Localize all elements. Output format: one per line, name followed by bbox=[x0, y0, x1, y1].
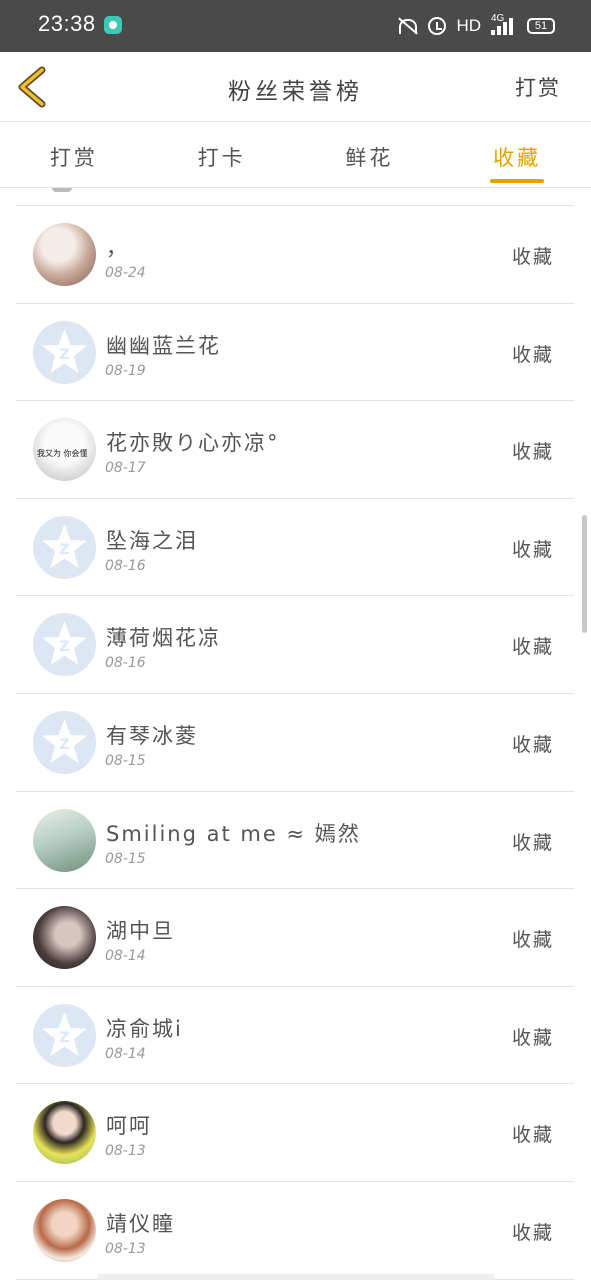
date: 08-14 bbox=[105, 948, 146, 965]
svg-text:Z: Z bbox=[59, 347, 69, 363]
user-name: 幽幽蓝兰花 bbox=[106, 333, 221, 358]
signal-icon: 4G bbox=[491, 13, 517, 35]
user-name: 湖中旦 bbox=[106, 919, 175, 944]
avatar[interactable] bbox=[33, 906, 96, 970]
list-item[interactable]: 靖仪瞳 08-13 收藏 bbox=[16, 1182, 574, 1280]
avatar[interactable] bbox=[33, 1198, 96, 1262]
date: 08-15 bbox=[105, 752, 146, 769]
date: 08-17 bbox=[105, 460, 146, 477]
list-item[interactable]: Z 薄荷烟花凉 08-16 收藏 bbox=[16, 596, 574, 694]
date: 08-19 bbox=[105, 362, 146, 379]
list-item[interactable]: ， 08-24 收藏 bbox=[16, 206, 574, 304]
mute-icon bbox=[396, 17, 418, 35]
user-name: 坠海之泪 bbox=[106, 528, 198, 553]
user-name: 呵呵 bbox=[106, 1114, 152, 1139]
list-item[interactable]: Z 幽幽蓝兰花 08-19 收藏 bbox=[16, 304, 574, 402]
avatar[interactable] bbox=[33, 1101, 96, 1165]
tab-favorites[interactable]: 收藏 bbox=[443, 122, 591, 187]
svg-text:Z: Z bbox=[59, 1030, 69, 1046]
notification-app-icon bbox=[104, 16, 122, 34]
list-item[interactable]: Z 坠海之泪 08-16 收藏 bbox=[16, 499, 574, 597]
svg-text:Z: Z bbox=[59, 639, 69, 655]
list-item[interactable]: Smiling at me ≈ 嫣然 08-15 收藏 bbox=[16, 792, 574, 890]
action-label: 收藏 bbox=[511, 1124, 554, 1147]
status-icons: HD 4G 51 bbox=[396, 13, 555, 38]
action-label: 收藏 bbox=[511, 246, 554, 268]
user-name: 花亦敗り心亦凉° bbox=[106, 431, 280, 456]
list-item-partial bbox=[16, 188, 574, 206]
user-name: 靖仪瞳 bbox=[106, 1211, 175, 1236]
default-avatar-icon[interactable]: Z bbox=[33, 515, 96, 579]
status-time: 23:38 bbox=[38, 11, 96, 36]
alarm-icon bbox=[428, 17, 447, 35]
avatar[interactable] bbox=[33, 808, 96, 872]
date: 08-16 bbox=[105, 655, 146, 672]
fan-list[interactable]: ， 08-24 收藏 Z 幽幽蓝兰花 08-19 收藏 我又为 你会懂 花亦敗り… bbox=[16, 188, 574, 1280]
bottom-edge bbox=[98, 1274, 494, 1280]
date: 08-13 bbox=[105, 1143, 146, 1160]
date: 08-13 bbox=[105, 1240, 146, 1257]
user-name: 凉俞城i bbox=[106, 1016, 183, 1041]
user-name: 有琴冰菱 bbox=[106, 723, 198, 748]
list-item[interactable]: 我又为 你会懂 花亦敗り心亦凉° 08-17 收藏 bbox=[16, 401, 574, 499]
action-label: 收藏 bbox=[511, 343, 554, 366]
battery-icon: 51 bbox=[527, 18, 555, 34]
default-avatar-icon[interactable]: Z bbox=[33, 320, 96, 384]
list-item[interactable]: Z 有琴冰菱 08-15 收藏 bbox=[16, 694, 574, 792]
user-name: ， bbox=[106, 236, 129, 260]
tab-checkin[interactable]: 打卡 bbox=[148, 122, 296, 187]
tab-bar: 打赏 打卡 鲜花 收藏 bbox=[0, 122, 591, 188]
svg-text:Z: Z bbox=[59, 542, 69, 558]
reward-button[interactable]: 打赏 bbox=[515, 72, 561, 102]
action-label: 收藏 bbox=[511, 929, 554, 952]
date: 08-14 bbox=[105, 1045, 146, 1062]
scrollbar[interactable] bbox=[582, 515, 587, 633]
default-avatar-icon[interactable]: Z bbox=[33, 710, 96, 774]
avatar[interactable] bbox=[33, 223, 96, 286]
date: 08-15 bbox=[105, 850, 146, 867]
action-label: 收藏 bbox=[511, 1221, 554, 1244]
date: 08-24 bbox=[105, 265, 146, 281]
svg-text:Z: Z bbox=[59, 737, 69, 753]
action-label: 收藏 bbox=[511, 538, 554, 561]
avatar-text: 我又为 你会懂 bbox=[37, 449, 88, 459]
action-label: 收藏 bbox=[511, 441, 554, 464]
list-item[interactable]: 湖中旦 08-14 收藏 bbox=[16, 889, 574, 987]
default-avatar-icon[interactable]: Z bbox=[33, 613, 96, 677]
date: 08-16 bbox=[105, 557, 146, 574]
default-avatar-icon[interactable]: Z bbox=[33, 1003, 96, 1067]
nav-header: 粉丝荣誉榜 打赏 bbox=[0, 52, 591, 122]
tab-flowers[interactable]: 鲜花 bbox=[296, 122, 444, 187]
hd-label: HD bbox=[456, 16, 481, 35]
tab-reward[interactable]: 打赏 bbox=[0, 122, 148, 187]
user-name: Smiling at me ≈ 嫣然 bbox=[106, 821, 361, 846]
list-item[interactable]: Z 凉俞城i 08-14 收藏 bbox=[16, 987, 574, 1085]
avatar[interactable]: 我又为 你会懂 bbox=[33, 418, 96, 482]
action-label: 收藏 bbox=[511, 1026, 554, 1049]
network-label: 4G bbox=[491, 13, 505, 24]
user-name: 薄荷烟花凉 bbox=[106, 626, 221, 651]
action-label: 收藏 bbox=[511, 733, 554, 756]
list-item[interactable]: 呵呵 08-13 收藏 bbox=[16, 1084, 574, 1182]
action-label: 收藏 bbox=[511, 636, 554, 659]
page-title: 粉丝荣誉榜 bbox=[228, 79, 363, 105]
action-label: 收藏 bbox=[511, 831, 554, 854]
status-bar: 23:38 HD 4G 51 bbox=[0, 0, 591, 52]
